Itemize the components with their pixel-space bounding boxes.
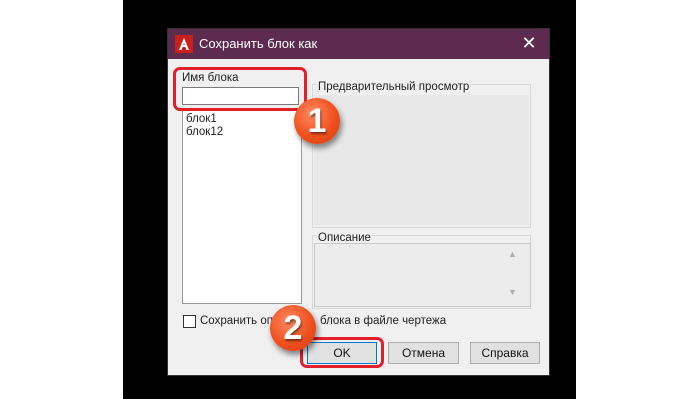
autocad-icon bbox=[175, 35, 193, 53]
scroll-down-icon[interactable]: ▼ bbox=[508, 287, 517, 297]
step2-badge: 2 bbox=[270, 305, 316, 351]
preview-area bbox=[314, 95, 529, 225]
close-icon[interactable]: ✕ bbox=[509, 29, 549, 59]
save-checkbox-label-right: блока в файле чертежа bbox=[320, 315, 447, 327]
description-textarea[interactable] bbox=[314, 243, 531, 307]
dialog-title: Сохранить блок как bbox=[199, 36, 318, 51]
list-item[interactable]: блок1 bbox=[183, 113, 301, 126]
dialog-titlebar[interactable]: Сохранить блок как ✕ bbox=[168, 29, 549, 59]
cancel-button[interactable]: Отмена bbox=[388, 342, 459, 364]
list-item[interactable]: блок12 bbox=[183, 126, 301, 139]
block-list[interactable]: блок1 блок12 bbox=[182, 109, 302, 304]
preview-label: Предварительный просмотр bbox=[317, 81, 471, 93]
help-button[interactable]: Справка bbox=[470, 342, 540, 364]
step1-badge: 1 bbox=[294, 98, 340, 144]
save-checkbox-label-left: Сохранить опр bbox=[200, 315, 280, 327]
scroll-up-icon[interactable]: ▲ bbox=[508, 249, 517, 259]
step1-highlight bbox=[173, 67, 307, 111]
save-thumbnail-checkbox[interactable] bbox=[183, 315, 196, 328]
step2-highlight bbox=[300, 337, 384, 368]
